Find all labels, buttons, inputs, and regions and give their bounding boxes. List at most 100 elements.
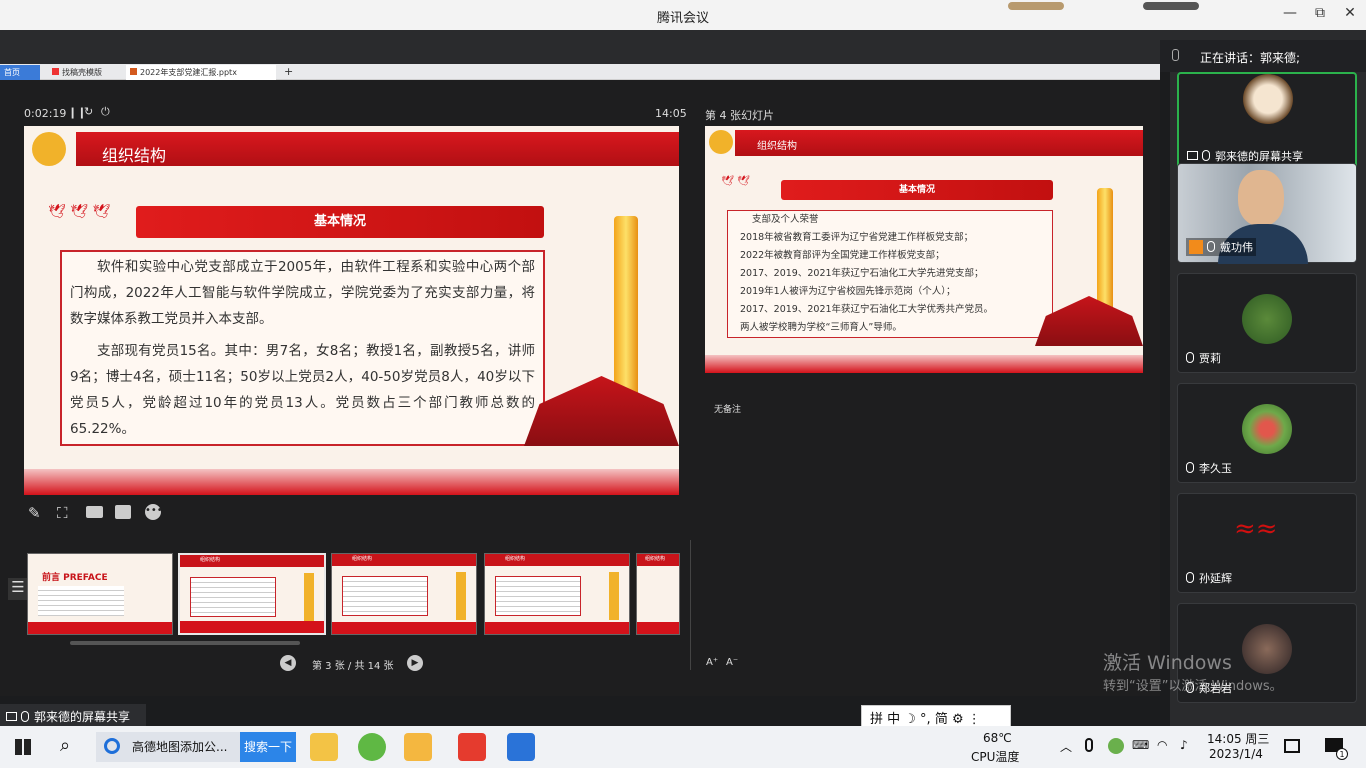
pen-icon[interactable]: ✎ [28, 504, 41, 522]
activation-watermark-title: 激活 Windows [1103, 652, 1232, 674]
close-button[interactable]: ✕ [1340, 5, 1360, 21]
slide-list-icon[interactable]: ☰ [8, 578, 28, 600]
honor-line: 2017、2019、2021年获辽宁石油化工大学先进党支部； [740, 268, 984, 279]
minimize-button[interactable]: — [1280, 5, 1300, 21]
thumbnail-label: 组织结构 [505, 556, 526, 562]
thumbnail-slide-3-active[interactable]: 组织结构 [178, 553, 326, 635]
search-icon[interactable]: ⌕ [60, 735, 70, 756]
tiananmen-silhouette [524, 376, 679, 446]
thumbnail-slide-5[interactable]: 组织结构 [484, 553, 630, 635]
party-emblem-icon [709, 130, 733, 154]
new-tab-button[interactable]: + [280, 63, 297, 78]
window-titlebar: 腾讯会议 — ⧉ ✕ [0, 0, 1366, 30]
more-icon[interactable]: ••• [145, 504, 163, 520]
thumbnail-tower [304, 573, 314, 621]
participant-card-sharer[interactable]: 郭来德的屏幕共享 [1177, 72, 1357, 172]
thumbnail-slide-2[interactable]: 前言 PREFACE [27, 553, 173, 635]
participant-name: 戴功伟 [1186, 238, 1256, 256]
thumbnail-wave [28, 622, 172, 634]
font-increase-button[interactable]: A⁺ [706, 657, 718, 668]
toolbar-handle-2[interactable] [1143, 2, 1199, 10]
thumbnail-wave [637, 622, 679, 634]
doves-decoration: 🕊 🕊 🕊 [48, 204, 111, 220]
page-indicator: 第 3 张 / 共 14 张 [312, 661, 394, 672]
participant-name-text: 戴功伟 [1220, 241, 1253, 254]
presentation-timer: 0:02:19 [24, 107, 67, 120]
ime-toolbar[interactable]: 拼 中 ☽ °, 简 ⚙ ⋮ [861, 705, 1011, 727]
wps-icon[interactable] [458, 733, 486, 761]
screen-share-badge[interactable]: 郭来德的屏幕共享 [0, 704, 146, 728]
slide-paragraph-1: 软件和实验中心党支部成立于2005年，由软件工程系和实验中心两个部门构成，202… [70, 259, 535, 327]
participant-name-text: 李久玉 [1199, 462, 1232, 475]
thumbnail-text [495, 576, 582, 616]
thumbnail-slide-4[interactable]: 组织结构 [331, 553, 477, 635]
taskbar-date[interactable]: 2023/1/4 [1209, 747, 1263, 761]
volume-icon[interactable]: ♪ [1180, 738, 1188, 752]
pane-divider[interactable] [690, 540, 691, 670]
next-slide-button[interactable]: ▶ [407, 655, 423, 671]
meeting-top-band [0, 30, 1170, 64]
screen-share-icon [6, 712, 17, 721]
tab-label: 找稿壳模版 [62, 68, 102, 77]
thumbnail-scrollbar[interactable] [70, 641, 300, 645]
slide-bottom-wave [24, 469, 679, 495]
tab-label: 2022年支部党建汇报.pptx [140, 68, 237, 77]
restore-button[interactable]: ⧉ [1310, 5, 1330, 21]
browser-tabstrip: 首页 找稿壳模版 2022年支部党建汇报.pptx + [0, 64, 1160, 80]
next-slide-title: 组织结构 [757, 141, 797, 152]
video-face [1238, 170, 1284, 226]
tencent-meeting-icon[interactable] [507, 733, 535, 761]
windows-start-icon[interactable] [15, 739, 31, 755]
thumbnail-wave [485, 622, 629, 634]
zoom-icon[interactable]: ⛶ [57, 504, 68, 522]
thumbnail-label: 组织结构 [352, 556, 373, 562]
wechat-icon[interactable] [404, 733, 432, 761]
mic-icon [21, 711, 29, 722]
participant-name: 李久玉 [1186, 460, 1232, 476]
microphone-tray-icon[interactable] [1085, 738, 1093, 752]
power-icon[interactable]: ⏻ [101, 105, 110, 119]
participant-card[interactable]: 贾莉 [1177, 273, 1357, 373]
app-360-icon[interactable] [358, 733, 386, 761]
wifi-icon[interactable]: ◠ [1157, 738, 1167, 752]
ie-icon [104, 738, 120, 754]
thumbnail-label: 前言 PREFACE [42, 573, 108, 583]
slide-title-bar [76, 132, 679, 166]
activation-watermark-sub: 转到“设置”以激活 Windows。 [1103, 679, 1283, 694]
browser-tab-home[interactable]: 首页 [0, 65, 40, 80]
slide-title: 组织结构 [102, 146, 167, 165]
taskbar-time[interactable]: 14:05 周三 [1207, 730, 1269, 747]
next-slide-textbox: 支部及个人荣誉 2018年被省教育工委评为辽宁省党建工作样板党支部； 2022年… [727, 210, 1053, 338]
search-now-button[interactable]: 搜索一下 [240, 732, 296, 762]
task-view-icon[interactable] [1284, 739, 1300, 753]
participant-card-video[interactable]: 戴功伟 [1177, 163, 1357, 264]
party-emblem-icon [32, 132, 66, 166]
thumbnail-tower [609, 572, 619, 620]
honor-line: 两人被学校聘为学校“三师育人”导师。 [740, 322, 902, 333]
browser-tab-template[interactable]: 找稿壳模版 [48, 65, 122, 80]
toolbar-handle[interactable] [1008, 2, 1064, 10]
honor-line: 2019年1人被评为辽宁省校园先锋示范岗（个人）； [740, 286, 956, 297]
font-decrease-button[interactable]: A⁻ [726, 657, 738, 668]
honor-line: 2022年被教育部评为全国党建工作样板党支部； [740, 250, 945, 261]
thumbnail-wave [180, 621, 324, 633]
mic-off-icon [1186, 572, 1194, 583]
previous-slide-button[interactable]: ◀ [280, 655, 296, 671]
next-slide-preview: 组织结构 🕊 🕊 基本情况 支部及个人荣誉 2018年被省教育工委评为辽宁省党建… [705, 126, 1143, 373]
file-explorer-icon[interactable] [310, 733, 338, 761]
slide-bottom-wave [705, 355, 1143, 373]
browser-tab-pptx[interactable]: 2022年支部党建汇报.pptx [126, 65, 276, 80]
subtitles-icon[interactable] [115, 505, 131, 519]
speaker-notes: 无备注 [714, 405, 742, 415]
avatar [1242, 294, 1292, 344]
participant-card[interactable]: 李久玉 [1177, 383, 1357, 483]
cpu-temperature: 68℃ [983, 731, 1012, 745]
participant-card[interactable]: ≈≈ 孙延辉 [1177, 493, 1357, 593]
thumbnail-slide-6[interactable]: 组织结构 [636, 553, 680, 635]
cpu-temperature-label: CPU温度 [971, 750, 1020, 764]
tray-expand-icon[interactable]: ︿ [1060, 738, 1072, 755]
security-tray-icon[interactable] [1108, 738, 1124, 754]
ime-tray-icon[interactable]: ⌨ [1132, 738, 1149, 752]
camera-icon[interactable] [86, 506, 103, 518]
restart-icon[interactable]: ↻ [84, 105, 93, 118]
